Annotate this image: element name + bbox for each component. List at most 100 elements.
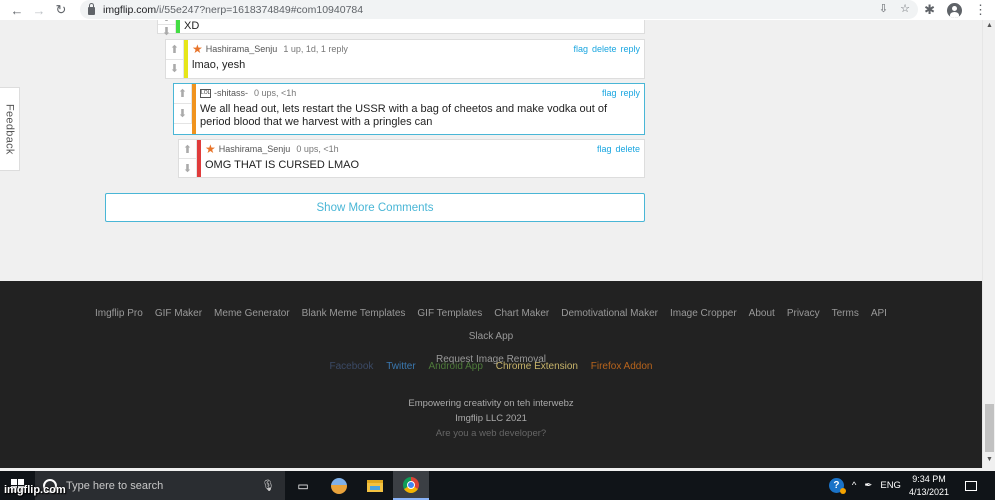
folder-icon xyxy=(367,479,383,492)
comment-bar xyxy=(192,84,196,134)
taskbar-app-edge[interactable] xyxy=(321,471,357,500)
taskbar-app-file-explorer[interactable] xyxy=(357,471,393,500)
back-button[interactable]: ← xyxy=(6,0,28,20)
microphone-icon[interactable]: 🎙 xyxy=(261,479,275,492)
pen-icon[interactable]: ✒ xyxy=(864,480,872,491)
flag-link[interactable]: flag xyxy=(573,44,588,54)
chrome-icon xyxy=(403,476,419,493)
taskbar-search[interactable]: Type here to search 🎙 xyxy=(35,471,285,500)
footer-link-chart-maker[interactable]: Chart Maker xyxy=(494,302,549,325)
page-scrollbar[interactable]: ▲ ▼ xyxy=(982,20,995,468)
edge-icon xyxy=(331,477,347,494)
clock[interactable]: 9:34 PM 4/13/2021 xyxy=(909,473,949,499)
comment-highlighted: ⬆ ⬇ LOL -shitass- 0 ups, <1h flag reply W… xyxy=(173,83,645,135)
profile-avatar-icon[interactable] xyxy=(947,2,962,18)
comment-text: XD xyxy=(184,20,200,32)
show-more-comments-button[interactable]: Show More Comments xyxy=(105,193,645,222)
footer-link-api[interactable]: API xyxy=(871,302,887,325)
search-placeholder: Type here to search xyxy=(66,479,164,492)
footer-link-privacy[interactable]: Privacy xyxy=(787,302,820,325)
footer-link-meme-generator[interactable]: Meme Generator xyxy=(214,302,290,325)
comment-bar xyxy=(184,40,188,78)
downvote-button[interactable]: ⬇ xyxy=(179,159,196,177)
footer-social-links: Facebook Twitter Android App Chrome Exte… xyxy=(0,361,982,372)
comment-bar xyxy=(176,20,180,33)
imgflip-watermark: imgflip.com xyxy=(4,484,66,496)
upvote-button[interactable]: ⬆ xyxy=(174,84,191,104)
system-tray: ? ^ ✒ ENG 9:34 PM 4/13/2021 xyxy=(828,471,995,500)
star-icon: ★ xyxy=(192,42,203,56)
extensions-puzzle-icon[interactable]: ✱ xyxy=(924,2,935,18)
install-icon[interactable]: ⇩ xyxy=(879,2,888,15)
chevron-up-icon[interactable]: ^ xyxy=(852,480,856,491)
comment-meta: 0 ups, <1h xyxy=(254,88,297,98)
downvote-button[interactable]: ⬇ xyxy=(158,25,175,38)
flag-link[interactable]: flag xyxy=(602,88,617,98)
comment: ⬆ ⬇ ★ Hashirama_Senju 1 up, 1d, 1 reply f… xyxy=(165,39,645,79)
comment-partial: ⬆⬇ XD xyxy=(157,20,645,38)
back-icon: ← xyxy=(10,2,24,18)
footer-link-imgflip-pro[interactable]: Imgflip Pro xyxy=(95,302,143,325)
taskbar-app-chrome[interactable] xyxy=(393,471,429,500)
footer-copyright: Imgflip LLC 2021 xyxy=(455,413,527,424)
footer-link-image-cropper[interactable]: Image Cropper xyxy=(670,302,737,325)
footer-link-demotivational-maker[interactable]: Demotivational Maker xyxy=(561,302,658,325)
comment: ⬆ ⬇ ★ Hashirama_Senju 0 ups, <1h flag del… xyxy=(178,139,645,178)
social-link-firefox-addon[interactable]: Firefox Addon xyxy=(591,361,653,372)
footer-dev-link[interactable]: Are you a web developer? xyxy=(0,426,982,441)
lol-icon: LOL xyxy=(200,88,211,98)
task-view-icon: ▭ xyxy=(297,478,309,493)
page-content: Feedback ⬆⬇ XD ⬆⬇ ★ Hashirama_Senju 1 up… xyxy=(0,20,982,468)
upvote-button[interactable]: ⬆ xyxy=(166,40,183,60)
upvote-button[interactable]: ⬆ xyxy=(179,140,196,159)
social-link-chrome-extension[interactable]: Chrome Extension xyxy=(496,361,578,372)
reload-icon: ↻ xyxy=(55,2,67,17)
reply-link[interactable]: reply xyxy=(620,44,640,54)
comment-username[interactable]: -shitass- xyxy=(214,88,248,98)
forward-icon: → xyxy=(32,2,46,18)
social-link-android-app[interactable]: Android App xyxy=(428,361,483,372)
social-link-facebook[interactable]: Facebook xyxy=(330,361,374,372)
scroll-up-arrow-icon[interactable]: ▲ xyxy=(985,22,994,32)
forward-button[interactable]: → xyxy=(28,0,50,20)
notification-icon[interactable] xyxy=(965,480,977,491)
url-host: imgflip.com xyxy=(103,3,157,16)
clock-date: 4/13/2021 xyxy=(908,486,949,497)
downvote-button[interactable]: ⬇ xyxy=(166,60,183,79)
delete-link[interactable]: delete xyxy=(615,144,640,154)
delete-link[interactable]: delete xyxy=(592,44,617,54)
social-link-twitter[interactable]: Twitter xyxy=(386,361,415,372)
footer-link-gif-templates[interactable]: GIF Templates xyxy=(417,302,482,325)
footer-link-about[interactable]: About xyxy=(749,302,775,325)
comment-username[interactable]: Hashirama_Senju xyxy=(219,144,291,154)
address-bar[interactable]: imgflip.com/i/55e247?nerp=1618374849#com… xyxy=(80,0,918,19)
feedback-tab[interactable]: Feedback xyxy=(0,87,20,171)
comment-text: We all head out, lets restart the USSR w… xyxy=(200,103,608,128)
scrollbar-thumb[interactable] xyxy=(985,404,994,452)
language-indicator[interactable]: ENG xyxy=(880,480,901,491)
reload-button[interactable]: ↻ xyxy=(50,0,72,20)
menu-kebab-icon[interactable]: ⋮ xyxy=(974,2,987,18)
footer-link-blank-meme-templates[interactable]: Blank Meme Templates xyxy=(302,302,406,325)
comment-meta: 1 up, 1d, 1 reply xyxy=(283,44,348,54)
task-view-button[interactable]: ▭ xyxy=(285,471,321,500)
downvote-button[interactable]: ⬇ xyxy=(174,104,191,123)
url-text: imgflip.com/i/55e247?nerp=1618374849#com… xyxy=(103,4,363,16)
footer-link-gif-maker[interactable]: GIF Maker xyxy=(155,302,202,325)
comment-text: OMG THAT IS CURSED LMAO xyxy=(205,159,360,171)
comment-text: lmao, yesh xyxy=(192,59,246,71)
star-icon: ★ xyxy=(205,142,216,156)
browser-toolbar: ← → ↻ imgflip.com/i/55e247?nerp=16183748… xyxy=(0,0,995,20)
lock-icon xyxy=(88,2,95,15)
comment-meta: 0 ups, <1h xyxy=(296,144,339,154)
footer-tagline-block: Empowering creativity on teh interwebz I… xyxy=(0,396,982,441)
footer-link-slack-app[interactable]: Slack App xyxy=(469,325,513,348)
scroll-down-arrow-icon[interactable]: ▼ xyxy=(985,456,994,466)
flag-link[interactable]: flag xyxy=(597,144,612,154)
bookmark-star-icon[interactable]: ☆ xyxy=(900,2,910,15)
footer-tagline: Empowering creativity on teh interwebz xyxy=(408,398,574,409)
help-icon[interactable]: ? xyxy=(828,478,846,494)
footer-link-terms[interactable]: Terms xyxy=(832,302,859,325)
comment-username[interactable]: Hashirama_Senju xyxy=(206,44,278,54)
reply-link[interactable]: reply xyxy=(620,88,640,98)
